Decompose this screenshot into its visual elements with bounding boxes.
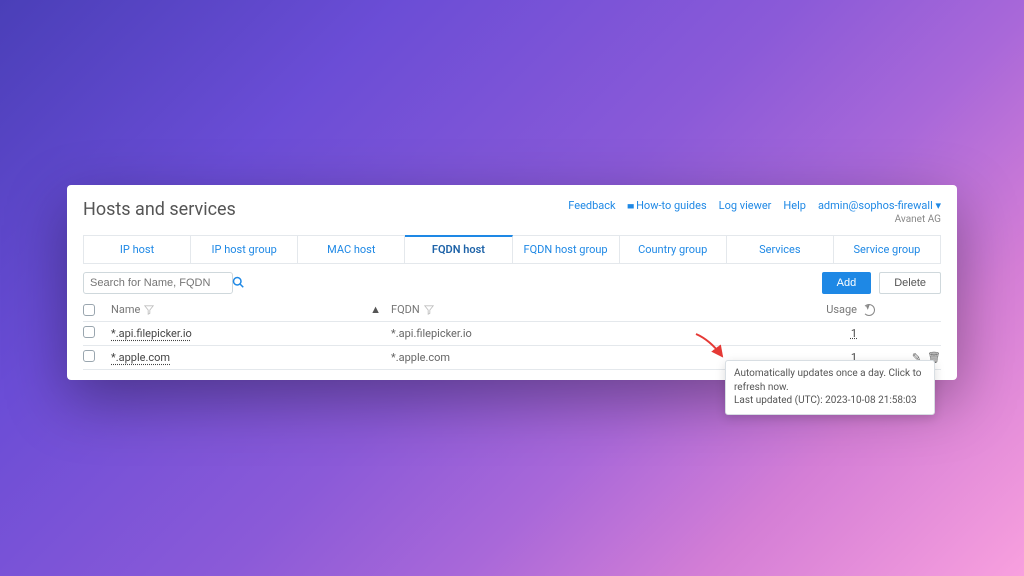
tab-ip-host-group[interactable]: IP host group — [191, 236, 298, 263]
tabs-bar: IP host IP host group MAC host FQDN host… — [83, 235, 941, 264]
tab-ip-host[interactable]: IP host — [84, 236, 191, 263]
search-icon[interactable] — [232, 276, 244, 291]
tooltip-line1: Automatically updates once a day. Click … — [734, 367, 926, 394]
table-row: *.api.filepicker.io *.api.filepicker.io … — [83, 322, 941, 346]
log-viewer-link[interactable]: Log viewer — [719, 199, 772, 212]
col-name[interactable]: Name ▲ — [111, 303, 391, 316]
tab-fqdn-host[interactable]: FQDN host — [405, 235, 512, 263]
help-link[interactable]: Help — [783, 199, 806, 212]
row-fqdn: *.apple.com — [391, 351, 450, 364]
search-box[interactable] — [83, 272, 233, 294]
org-name: Avanet AG — [568, 214, 941, 225]
filter-icon[interactable] — [144, 305, 154, 315]
howto-guides-link[interactable]: How-to guides — [628, 199, 707, 212]
page-title: Hosts and services — [83, 199, 236, 220]
row-checkbox[interactable] — [83, 350, 95, 362]
refresh-usage-icon[interactable] — [863, 304, 875, 316]
header-links: Feedback How-to guides Log viewer Help a… — [568, 199, 941, 212]
header-right: Feedback How-to guides Log viewer Help a… — [568, 199, 941, 225]
table-header: Name ▲ FQDN Usage — [83, 298, 941, 322]
hosts-services-panel: Hosts and services Feedback How-to guide… — [67, 185, 957, 380]
feedback-link[interactable]: Feedback — [568, 199, 615, 212]
row-name[interactable]: *.api.filepicker.io — [111, 327, 192, 340]
toolbar: Add Delete — [83, 272, 941, 294]
col-usage[interactable]: Usage — [641, 303, 881, 316]
page-header: Hosts and services Feedback How-to guide… — [83, 199, 941, 225]
tab-country-group[interactable]: Country group — [620, 236, 727, 263]
usage-tooltip: Automatically updates once a day. Click … — [725, 360, 935, 415]
sort-indicator-icon[interactable]: ▲ — [370, 303, 381, 316]
tab-mac-host[interactable]: MAC host — [298, 236, 405, 263]
table-wrap: Name ▲ FQDN Usage *.api.filepicker.io *.… — [83, 298, 941, 370]
tab-fqdn-host-group[interactable]: FQDN host group — [513, 236, 620, 263]
row-name[interactable]: *.apple.com — [111, 351, 170, 364]
col-name-label: Name — [111, 303, 140, 316]
select-all-checkbox[interactable] — [83, 304, 95, 316]
add-button[interactable]: Add — [822, 272, 872, 294]
col-fqdn[interactable]: FQDN — [391, 303, 641, 316]
tooltip-line2: Last updated (UTC): 2023-10-08 21:58:03 — [734, 394, 926, 408]
tab-services[interactable]: Services — [727, 236, 834, 263]
col-usage-label: Usage — [826, 303, 857, 316]
filter-icon[interactable] — [424, 305, 434, 315]
row-fqdn: *.api.filepicker.io — [391, 327, 472, 340]
search-input[interactable] — [90, 277, 232, 289]
row-usage[interactable]: 1 — [851, 327, 857, 340]
user-menu[interactable]: admin@sophos-firewall — [818, 199, 941, 212]
tab-service-group[interactable]: Service group — [834, 236, 940, 263]
delete-button[interactable]: Delete — [879, 272, 941, 294]
row-checkbox[interactable] — [83, 326, 95, 338]
col-fqdn-label: FQDN — [391, 303, 420, 316]
